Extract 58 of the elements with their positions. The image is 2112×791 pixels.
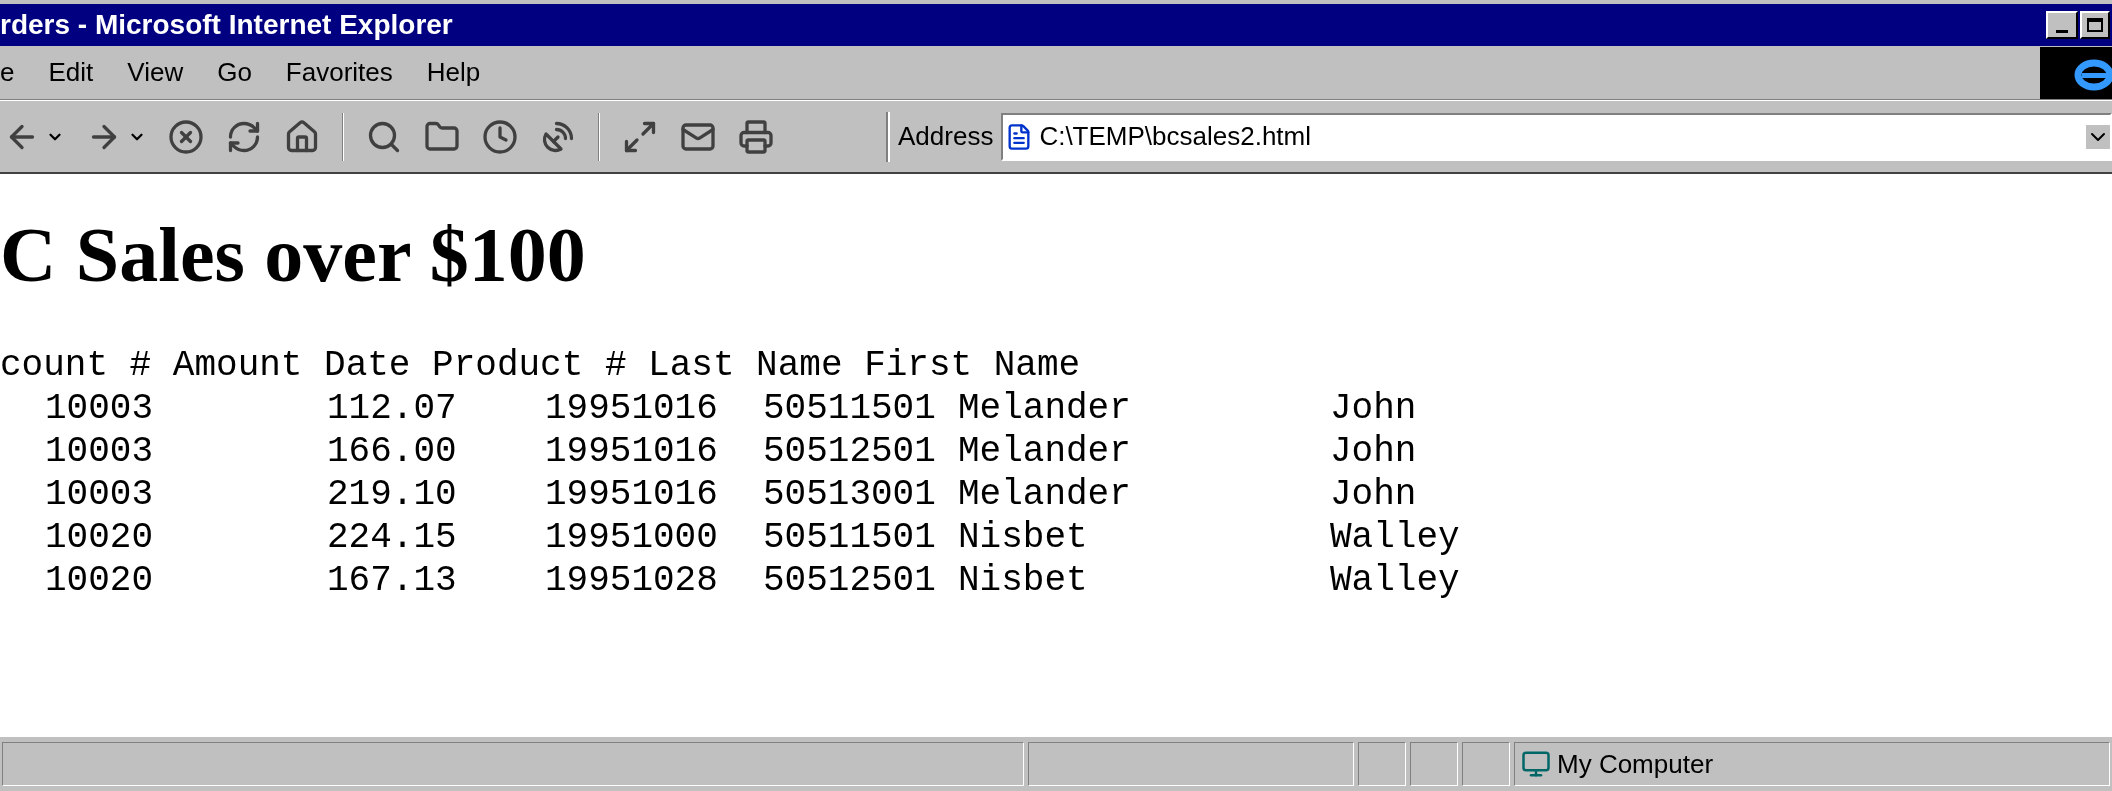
table-cell: Melander [958,431,1131,472]
table-cell: Walley [1330,560,1460,601]
home-button[interactable] [284,118,320,155]
table-cell: 19951016 [545,431,718,472]
table-cell: 19951016 [545,474,718,515]
table-cell: John [1330,431,1417,472]
menu-item[interactable]: e [0,53,15,92]
table-header: count # Amount Date Product # Last Name First Name [0,344,1081,387]
zone-text: My Computer [1557,747,1714,781]
home-icon [284,118,320,155]
table-cell: 19951016 [545,388,718,429]
table-cell: 19951028 [545,560,718,601]
minimize-button[interactable] [2046,11,2078,39]
computer-icon [1521,749,1551,779]
printer-button[interactable] [738,118,774,155]
menu-item[interactable]: View [127,53,184,92]
table-cell: 10003 [45,431,154,472]
table-cell: 50511501 [763,388,936,429]
table-cell: 112.07 [327,388,457,429]
table-cell: Nisbet [958,560,1088,601]
window-title: rders - Microsoft Internet Explorer [0,11,453,39]
table-cell: 224.15 [327,517,457,558]
address-field[interactable]: C:\TEMP\bcsales2.html [1001,112,2112,161]
table-cell: John [1330,474,1417,515]
table-cell: John [1330,388,1417,429]
menu-item[interactable]: Help [426,53,481,92]
table-cell: Nisbet [958,517,1088,558]
table-cell: 167.13 [327,560,457,601]
page-heading: C Sales over $100 [0,216,587,294]
printer-icon [738,118,774,155]
clock-button[interactable] [482,118,518,155]
maximize-button[interactable] [2080,11,2110,39]
menu-item[interactable]: Favorites [285,53,393,92]
table-cell: 50513001 [763,474,936,515]
status-panel [1462,742,1510,786]
menu-item[interactable]: Go [217,53,252,92]
browser-logo-icon [2040,46,2112,99]
table-cell: 219.10 [327,474,457,515]
table-cell: Melander [958,388,1131,429]
table-cell: 50512501 [763,560,936,601]
stop-icon [168,118,204,155]
dropdown-icon[interactable] [2086,124,2110,149]
clock-icon [482,118,518,155]
table-cell: 166.00 [327,431,457,472]
table-cell: 50511501 [763,517,936,558]
table-cell: Walley [1330,517,1460,558]
table-cell: Melander [958,474,1131,515]
address-label: Address [898,120,994,153]
table-cell: 10020 [45,560,154,601]
table-cell: 10003 [45,474,154,515]
stop-button[interactable] [168,118,204,155]
table-cell: 10003 [45,388,154,429]
status-panel [1358,742,1406,786]
table-cell: 50512501 [763,431,936,472]
status-panel [1410,742,1458,786]
menu-item[interactable]: Edit [48,53,94,92]
table-cell: 19951000 [545,517,718,558]
table-cell: 10020 [45,517,154,558]
